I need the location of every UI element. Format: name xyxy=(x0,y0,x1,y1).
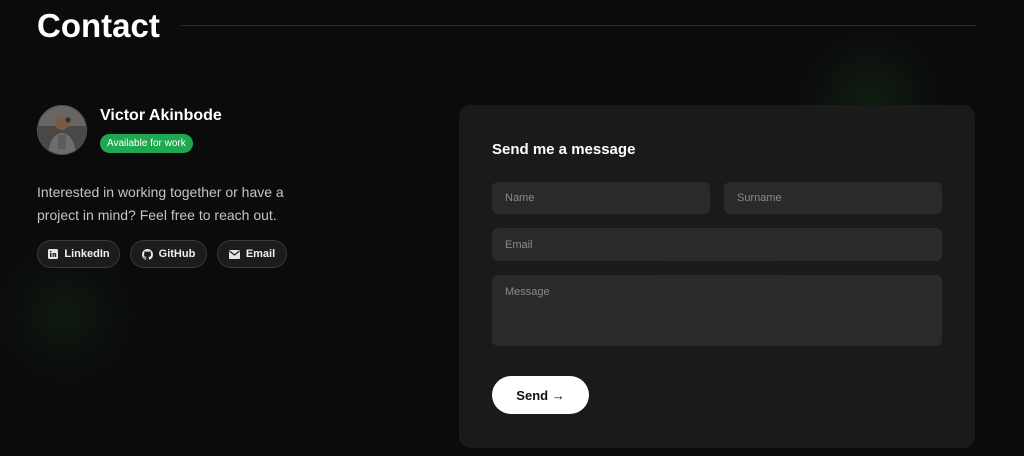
avatar xyxy=(37,105,87,155)
mail-icon xyxy=(228,249,240,260)
section-header: Contact xyxy=(37,6,977,48)
github-label: GitHub xyxy=(158,248,196,260)
email-label: Email xyxy=(245,248,276,260)
email-field[interactable] xyxy=(492,228,942,261)
send-button[interactable]: Send → xyxy=(492,376,589,414)
linkedin-icon xyxy=(47,249,58,260)
email-button[interactable]: Email xyxy=(217,240,287,268)
intro-text: Interested in working together or have a… xyxy=(37,184,284,223)
name-field[interactable] xyxy=(492,182,710,214)
profile-name: Victor Akinbode xyxy=(100,107,222,124)
github-button[interactable]: GitHub xyxy=(130,240,207,268)
profile-photo xyxy=(38,106,86,154)
title-divider xyxy=(181,25,976,26)
contact-form-card: Send me a message Send → xyxy=(459,105,975,448)
message-field[interactable] xyxy=(492,275,942,346)
linkedin-button[interactable]: LinkedIn xyxy=(37,240,120,268)
linkedin-label: LinkedIn xyxy=(64,248,110,260)
form-title: Send me a message xyxy=(492,141,636,158)
page-title: Contact xyxy=(37,7,160,44)
surname-field[interactable] xyxy=(724,182,942,214)
status-badge: Available for work xyxy=(100,134,193,153)
github-icon xyxy=(141,248,153,260)
